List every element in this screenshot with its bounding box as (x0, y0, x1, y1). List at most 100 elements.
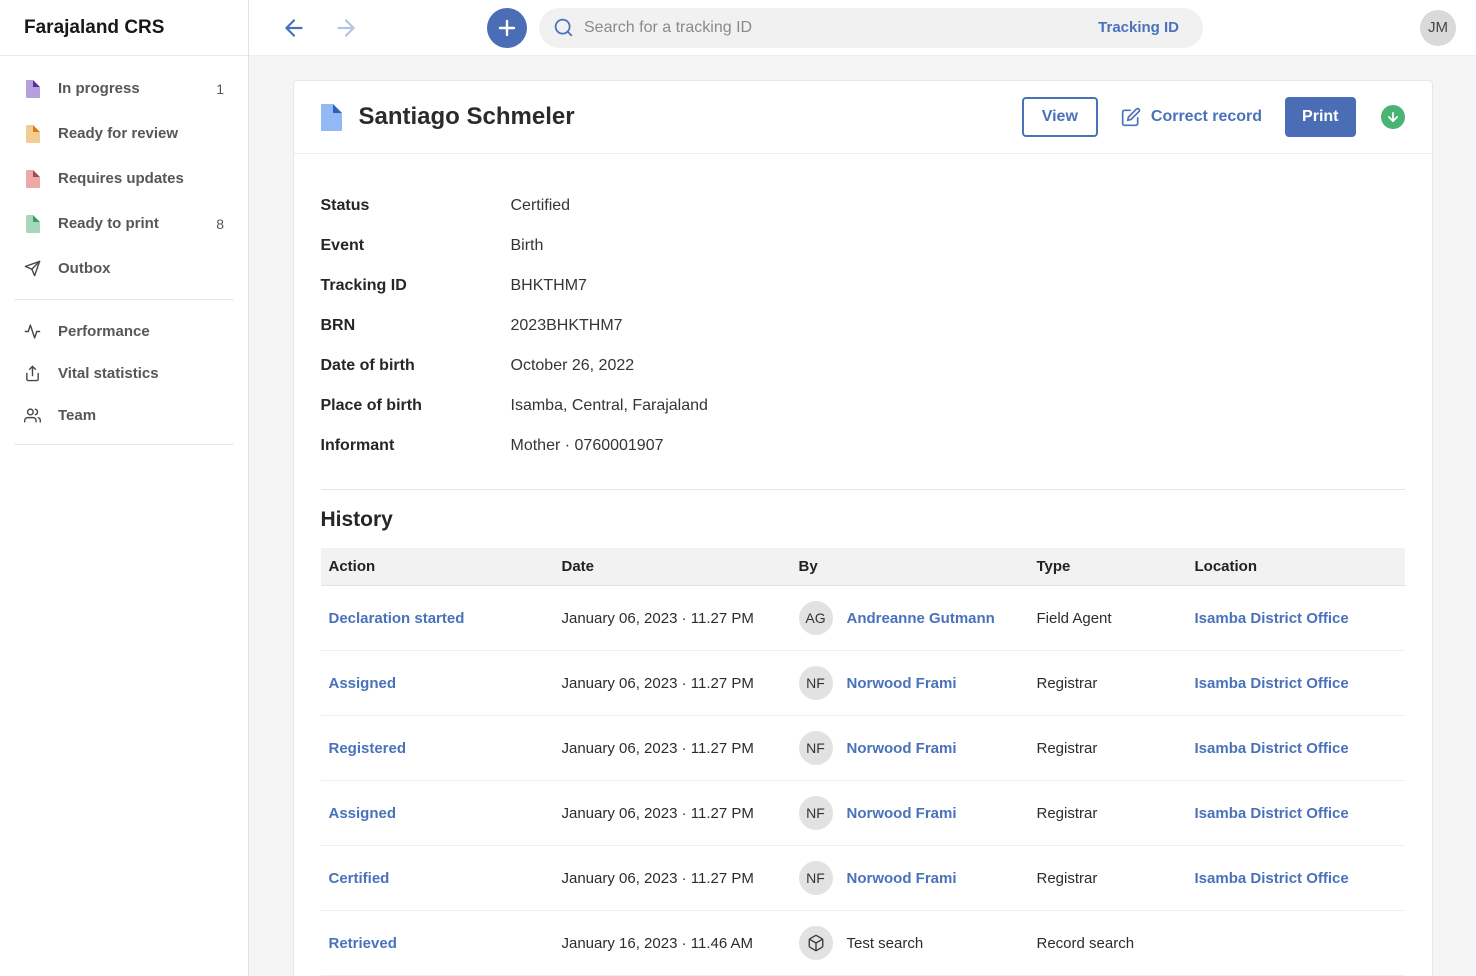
avatar: AG (799, 601, 833, 635)
sidebar-item-vital-statistics[interactable]: Vital statistics (0, 352, 248, 394)
history-by-link[interactable]: Norwood Frami (847, 805, 957, 822)
sidebar-item-label: Outbox (58, 260, 111, 277)
record-detail-row: Informant Mother · 0760001907 (321, 426, 1405, 466)
record-detail-row: Tracking ID BHKTHM7 (321, 266, 1405, 306)
plus-icon (495, 16, 519, 40)
record-actions: View Correct record Print (1022, 97, 1405, 137)
history-location-link[interactable]: Isamba District Office (1195, 870, 1349, 887)
user-avatar[interactable]: JM (1420, 10, 1456, 46)
history-by-link[interactable]: Andreanne Gutmann (847, 610, 995, 627)
download-button[interactable] (1381, 105, 1405, 129)
history-date: January 06, 2023 · 11.27 PM (554, 870, 791, 887)
history-date: January 06, 2023 · 11.27 PM (554, 610, 791, 627)
avatar: NF (799, 796, 833, 830)
record-card: Santiago Schmeler View Correct record Pr… (293, 80, 1433, 976)
record-header: Santiago Schmeler View Correct record Pr… (294, 81, 1432, 154)
history-action-link[interactable]: Assigned (329, 675, 397, 692)
history-table-row: Assigned January 06, 2023 · 11.27 PM NF … (321, 651, 1405, 716)
sidebar-item-label: Ready to print (58, 215, 159, 232)
history-table-body: Declaration started January 06, 2023 · 1… (321, 586, 1405, 976)
detail-label: Date of birth (321, 357, 511, 375)
sidebar-item-label: Performance (58, 323, 150, 340)
file-green-icon (24, 215, 41, 233)
sidebar-item-label: Requires updates (58, 170, 184, 187)
column-header-type: Type (1029, 558, 1187, 575)
search-input[interactable] (584, 19, 1098, 37)
correct-record-button[interactable]: Correct record (1121, 107, 1262, 127)
new-declaration-button[interactable] (487, 8, 527, 48)
avatar-initials: NF (806, 740, 825, 756)
detail-value: Isamba, Central, Farajaland (511, 397, 708, 415)
history-action-link[interactable]: Registered (329, 740, 407, 757)
history-by-link: Test search (847, 935, 924, 952)
detail-label: Place of birth (321, 397, 511, 415)
history-date: January 06, 2023 · 11.27 PM (554, 740, 791, 757)
print-button[interactable]: Print (1285, 97, 1355, 137)
avatar-initials: AG (805, 610, 825, 626)
column-header-location: Location (1187, 558, 1405, 575)
history-action-link[interactable]: Certified (329, 870, 390, 887)
detail-value: Mother · 0760001907 (511, 437, 664, 455)
detail-value: BHKTHM7 (511, 277, 587, 295)
sidebar-item-requires-updates[interactable]: Requires updates (0, 156, 248, 201)
sidebar-item-count: 8 (216, 216, 224, 232)
sidebar-item-label: Team (58, 407, 96, 424)
history-section: History Action Date By Type Location Dec… (294, 490, 1432, 976)
export-icon (24, 365, 41, 382)
topbar: Tracking ID JM (249, 0, 1476, 56)
history-type: Record search (1029, 935, 1187, 952)
back-button[interactable] (277, 11, 311, 45)
history-date: January 06, 2023 · 11.27 PM (554, 805, 791, 822)
history-by-link[interactable]: Norwood Frami (847, 740, 957, 757)
correct-record-label: Correct record (1151, 108, 1262, 126)
sidebar-item-ready-to-print[interactable]: Ready to print 8 (0, 201, 248, 246)
detail-value: Certified (511, 197, 571, 215)
history-location-link[interactable]: Isamba District Office (1195, 675, 1349, 692)
avatar: NF (799, 731, 833, 765)
history-action-link[interactable]: Retrieved (329, 935, 397, 952)
file-orange-icon (24, 125, 41, 143)
record-detail-row: Date of birth October 26, 2022 (321, 346, 1405, 386)
sidebar-item-label: In progress (58, 80, 140, 97)
view-button[interactable]: View (1022, 97, 1098, 137)
history-by-link[interactable]: Norwood Frami (847, 675, 957, 692)
sidebar-item-label: Ready for review (58, 125, 178, 142)
history-by-link[interactable]: Norwood Frami (847, 870, 957, 887)
avatar-initials: NF (806, 675, 825, 691)
record-detail-row: Place of birth Isamba, Central, Farajala… (321, 386, 1405, 426)
record-detail-row: Event Birth (321, 226, 1405, 266)
history-type: Registrar (1029, 740, 1187, 757)
avatar: NF (799, 666, 833, 700)
avatar-initials: NF (806, 870, 825, 886)
history-type: Registrar (1029, 675, 1187, 692)
sidebar-item-count: 1 (216, 81, 224, 97)
history-action-link[interactable]: Declaration started (329, 610, 465, 627)
record-detail-row: BRN 2023BHKTHM7 (321, 306, 1405, 346)
sidebar-item-in-progress[interactable]: In progress 1 (0, 66, 248, 111)
detail-value: 2023BHKTHM7 (511, 317, 623, 335)
column-header-action: Action (321, 558, 554, 575)
history-title: History (321, 508, 1405, 532)
history-type: Registrar (1029, 870, 1187, 887)
activity-icon (24, 323, 41, 340)
history-table-row: Assigned January 06, 2023 · 11.27 PM NF … (321, 781, 1405, 846)
sidebar-item-ready-for-review[interactable]: Ready for review (0, 111, 248, 156)
forward-button[interactable] (329, 11, 363, 45)
record-name: Santiago Schmeler (359, 103, 575, 131)
detail-label: Tracking ID (321, 277, 511, 295)
history-location-link[interactable]: Isamba District Office (1195, 610, 1349, 627)
app-title: Farajaland CRS (0, 0, 248, 56)
avatar (799, 926, 833, 960)
history-table-row: Certified January 06, 2023 · 11.27 PM NF… (321, 846, 1405, 911)
sidebar-item-performance[interactable]: Performance (0, 310, 248, 352)
history-location-link[interactable]: Isamba District Office (1195, 805, 1349, 822)
history-type: Registrar (1029, 805, 1187, 822)
search-bar: Tracking ID (539, 8, 1203, 48)
sidebar-item-outbox[interactable]: Outbox (0, 246, 248, 291)
sidebar-item-team[interactable]: Team (0, 394, 248, 436)
history-location-link[interactable]: Isamba District Office (1195, 740, 1349, 757)
history-table-row: Retrieved January 16, 2023 · 11.46 AM Te… (321, 911, 1405, 976)
history-action-link[interactable]: Assigned (329, 805, 397, 822)
users-icon (24, 407, 41, 424)
search-filter-dropdown[interactable]: Tracking ID (1098, 19, 1179, 36)
